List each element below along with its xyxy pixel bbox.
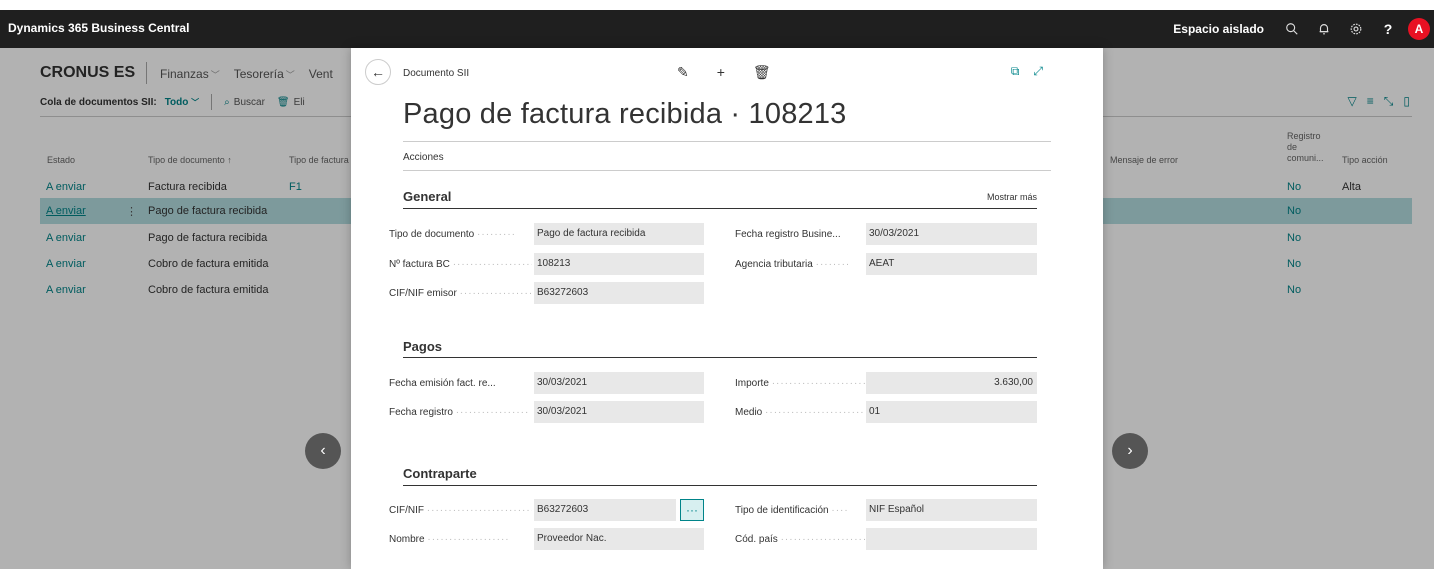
- bell-icon[interactable]: [1308, 10, 1340, 48]
- cif-emisor-field[interactable]: B63272603: [534, 282, 704, 304]
- open-new-window-icon[interactable]: ⧉: [1011, 64, 1020, 79]
- next-record-button[interactable]: ›: [1112, 433, 1148, 469]
- back-button[interactable]: ←: [365, 59, 391, 85]
- field-label: Tipo de documento ·········: [389, 229, 517, 240]
- search-icon[interactable]: [1276, 10, 1308, 48]
- fecha-registro-pago-field[interactable]: 30/03/2021: [534, 401, 704, 423]
- header-actions: Espacio aislado ? A: [1173, 10, 1434, 48]
- tipo-identificacion-field[interactable]: NIF Español: [866, 499, 1037, 521]
- agencia-field[interactable]: AEAT: [866, 253, 1037, 275]
- field-label: CIF/NIF emisor ·················: [389, 288, 532, 299]
- expand-icon[interactable]: ⤢: [1033, 64, 1043, 79]
- title-divider: [403, 141, 1051, 142]
- section-divider: [403, 208, 1037, 209]
- field-label: Importe ··························: [735, 378, 865, 389]
- field-label: Fecha registro Busine...: [735, 229, 841, 240]
- lookup-ellipsis-button[interactable]: ···: [680, 499, 704, 521]
- cod-pais-field[interactable]: [866, 528, 1037, 550]
- section-divider: [403, 485, 1037, 486]
- section-title-pagos[interactable]: Pagos: [403, 339, 442, 354]
- field-label: Fecha emisión fact. re...: [389, 378, 496, 389]
- fecha-emision-field[interactable]: 30/03/2021: [534, 372, 704, 394]
- page-title: Pago de factura recibida · 108213: [403, 98, 847, 130]
- tipo-documento-field[interactable]: Pago de factura recibida: [534, 223, 704, 245]
- field-label: Tipo de identificación ····: [735, 505, 849, 516]
- field-label: Nombre ···················: [389, 534, 510, 545]
- field-label: Agencia tributaria ········: [735, 259, 851, 270]
- top-margin: [0, 0, 1434, 10]
- section-title-general[interactable]: General: [403, 189, 451, 204]
- section-divider: [403, 357, 1037, 358]
- new-plus-icon[interactable]: +: [717, 64, 725, 81]
- app-header: Dynamics 365 Business Central Espacio ai…: [0, 10, 1434, 48]
- field-label: Medio ··························: [735, 407, 865, 418]
- show-more-link[interactable]: Mostrar más: [987, 192, 1037, 202]
- fecha-registro-field[interactable]: 30/03/2021: [866, 223, 1037, 245]
- card-caption: Documento SII: [403, 68, 470, 79]
- gear-icon[interactable]: [1340, 10, 1372, 48]
- importe-field[interactable]: 3.630,00: [866, 372, 1037, 394]
- chevron-left-icon: ‹: [320, 442, 326, 459]
- environment-label: Espacio aislado: [1173, 22, 1264, 36]
- help-icon[interactable]: ?: [1372, 10, 1404, 48]
- avatar[interactable]: A: [1408, 18, 1430, 40]
- n-factura-field[interactable]: 108213: [534, 253, 704, 275]
- section-title-contraparte[interactable]: Contraparte: [403, 466, 477, 481]
- field-label: Cód. país ························: [735, 534, 865, 545]
- actions-divider: [403, 170, 1051, 171]
- document-card: Documento SII ✎ + 🗑 ⧉ ⤢ Pago de factura …: [351, 48, 1103, 569]
- more-dots-icon: ···: [686, 503, 698, 517]
- card-toolbar: ✎ + 🗑: [677, 64, 771, 81]
- nombre-field[interactable]: Proveedor Nac.: [534, 528, 704, 550]
- edit-pencil-icon[interactable]: ✎: [677, 64, 689, 81]
- chevron-right-icon: ›: [1127, 442, 1133, 459]
- field-label: CIF/NIF ·························: [389, 505, 532, 516]
- app-title[interactable]: Dynamics 365 Business Central: [8, 21, 189, 35]
- field-label: Fecha registro ·················: [389, 407, 530, 418]
- card-window-tools: ⧉ ⤢: [1011, 64, 1043, 79]
- field-label: Nº factura BC ···················: [389, 259, 532, 270]
- delete-trash-icon[interactable]: 🗑: [753, 64, 771, 81]
- previous-record-button[interactable]: ‹: [305, 433, 341, 469]
- actions-menu[interactable]: Acciones: [403, 152, 444, 163]
- cif-contraparte-field[interactable]: B63272603: [534, 499, 676, 521]
- medio-field[interactable]: 01: [866, 401, 1037, 423]
- arrow-left-icon: ←: [371, 64, 385, 80]
